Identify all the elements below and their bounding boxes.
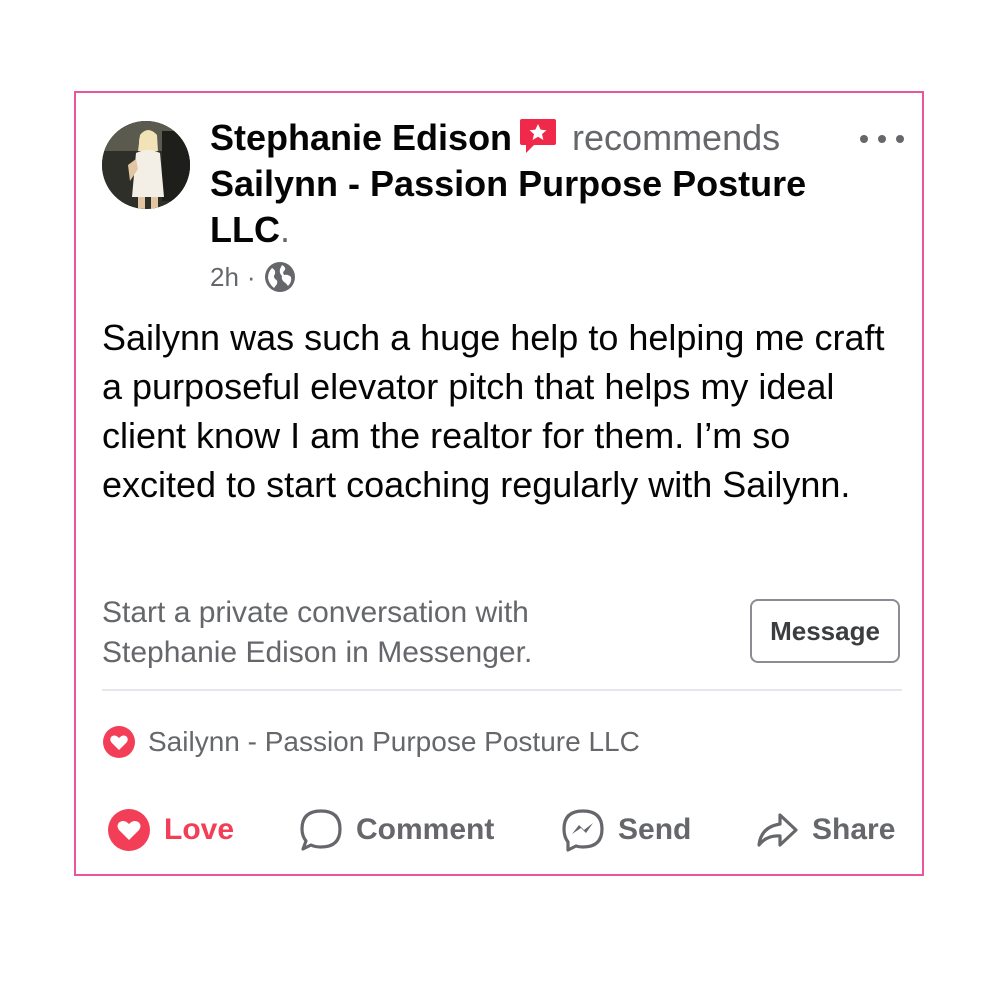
share-arrow-icon — [757, 813, 798, 847]
comment-button[interactable]: Comment — [298, 805, 494, 855]
love-label: Love — [164, 813, 235, 846]
comment-label: Comment — [356, 813, 495, 846]
message-button[interactable]: Message — [750, 599, 900, 663]
recommended-page-name[interactable]: Sailynn - Passion Purpose Posture LLC — [210, 163, 806, 250]
post-header: Stephanie Edison recommends Sailynn - Pas… — [210, 115, 850, 253]
meta-separator: · — [246, 261, 256, 292]
divider — [102, 689, 902, 691]
post-body-text: Sailynn was such a huge help to helping … — [102, 317, 885, 505]
send-button[interactable]: Send — [560, 805, 691, 855]
love-button[interactable]: Love — [106, 805, 234, 855]
author-name[interactable]: Stephanie Edison — [210, 117, 512, 158]
share-label: Share — [812, 813, 896, 846]
sentence-period: . — [279, 209, 290, 250]
recommendation-post-card: Stephanie Edison recommends Sailynn - Pas… — [74, 91, 924, 876]
globe-icon — [264, 262, 295, 292]
recommend-badge-icon — [520, 119, 557, 153]
messenger-prompt: Start a private conversation with Stepha… — [102, 596, 533, 669]
post-meta: 2h · — [210, 257, 296, 297]
more-options-icon[interactable] — [860, 129, 904, 149]
reactions-summary[interactable]: Sailynn - Passion Purpose Posture LLC — [102, 725, 640, 759]
comment-icon — [300, 809, 342, 851]
post-timestamp[interactable]: 2h — [210, 262, 239, 293]
send-label: Send — [618, 813, 692, 846]
messenger-icon — [562, 809, 604, 852]
love-reaction-icon — [103, 726, 135, 758]
recommends-label: recommends — [572, 117, 781, 158]
avatar-photo — [102, 121, 190, 209]
share-button[interactable]: Share — [754, 805, 895, 855]
reaction-names: Sailynn - Passion Purpose Posture LLC — [148, 726, 640, 757]
action-bar: Love Comment Send Share — [102, 805, 902, 855]
love-icon — [108, 809, 150, 851]
author-avatar[interactable] — [102, 121, 190, 209]
